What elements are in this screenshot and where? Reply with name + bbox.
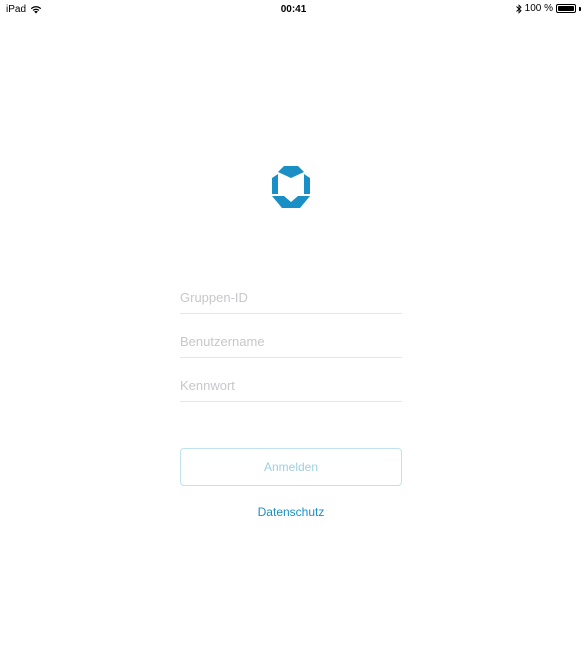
battery-percent: 100 % bbox=[524, 3, 553, 14]
bluetooth-icon bbox=[515, 3, 522, 14]
group-id-field bbox=[180, 283, 402, 314]
battery-tip bbox=[579, 6, 581, 11]
privacy-link[interactable]: Datenschutz bbox=[180, 505, 402, 519]
username-input[interactable] bbox=[180, 327, 402, 355]
battery-icon bbox=[556, 4, 576, 13]
status-right: 100 % bbox=[515, 3, 581, 14]
password-field bbox=[180, 371, 402, 402]
app-logo-icon bbox=[272, 166, 310, 208]
password-input[interactable] bbox=[180, 371, 402, 399]
battery-fill bbox=[558, 6, 574, 11]
group-id-input[interactable] bbox=[180, 283, 402, 311]
status-bar: iPad 00:41 100 % bbox=[0, 0, 587, 20]
login-button[interactable]: Anmelden bbox=[180, 448, 402, 486]
status-time: 00:41 bbox=[280, 4, 307, 15]
username-field bbox=[180, 327, 402, 358]
